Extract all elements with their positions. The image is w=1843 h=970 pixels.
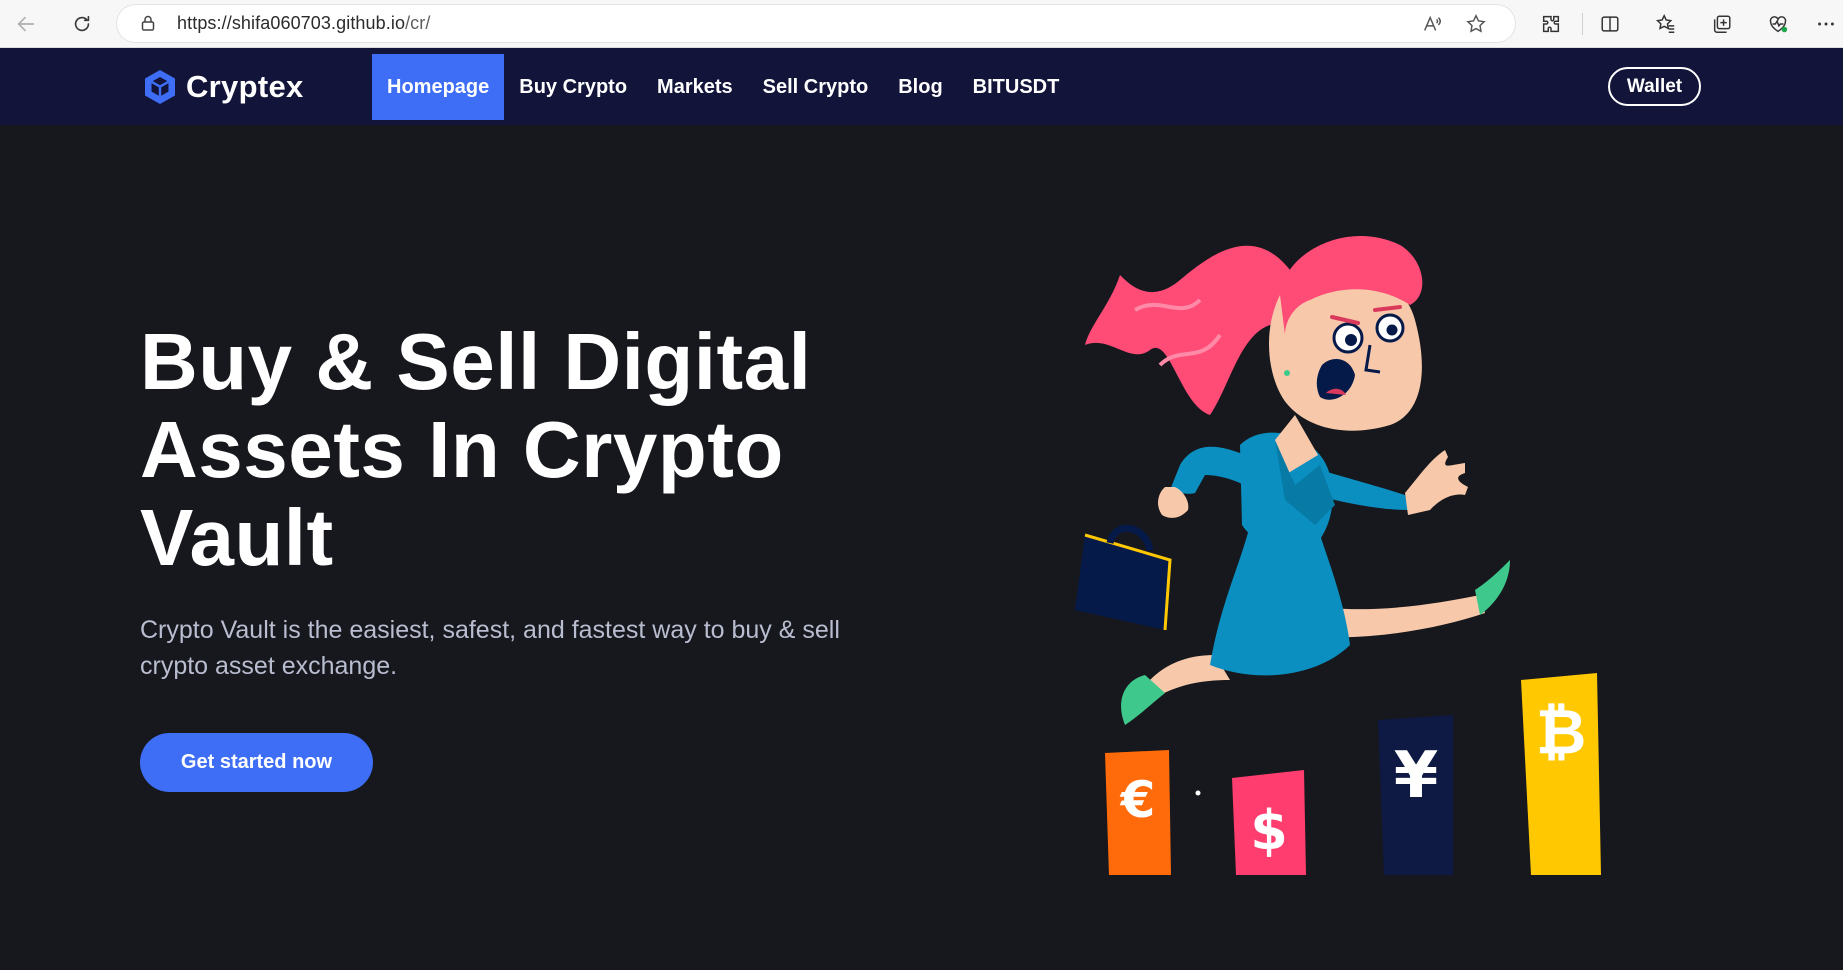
back-icon[interactable] bbox=[8, 6, 44, 42]
extensions-icon[interactable] bbox=[1533, 6, 1569, 42]
sparkle-dot bbox=[1195, 790, 1201, 796]
more-icon[interactable] bbox=[1808, 6, 1843, 42]
cube-logo-icon bbox=[145, 70, 175, 104]
dollar-bar: $ bbox=[1232, 770, 1306, 875]
euro-bar: € bbox=[1105, 750, 1171, 875]
hero-subtitle: Crypto Vault is the easiest, safest, and… bbox=[140, 616, 840, 680]
favorites-icon[interactable] bbox=[1648, 6, 1684, 42]
refresh-icon[interactable] bbox=[64, 6, 100, 42]
site-navbar: Cryptex Homepage Buy Crypto Markets Sell… bbox=[0, 48, 1843, 125]
nav-blog[interactable]: Blog bbox=[883, 54, 957, 120]
address-url: https://shifa060703.github.io/cr/ bbox=[177, 5, 430, 42]
toolbar-divider bbox=[1582, 13, 1583, 35]
bitcoin-bar: ₿ bbox=[1521, 673, 1601, 875]
split-screen-icon[interactable] bbox=[1592, 6, 1628, 42]
nav-markets[interactable]: Markets bbox=[642, 54, 748, 120]
url-path: /cr/ bbox=[405, 13, 431, 33]
hero-illustration: € $ ¥ ₿ bbox=[1075, 235, 1601, 875]
read-aloud-icon[interactable] bbox=[1421, 13, 1443, 35]
euro-glyph: € bbox=[1120, 771, 1156, 829]
brand-name: Cryptex bbox=[186, 69, 304, 104]
brand-logo[interactable]: Cryptex bbox=[142, 68, 304, 106]
browser-essentials-icon[interactable] bbox=[1760, 6, 1796, 42]
nav-links: Homepage Buy Crypto Markets Sell Crypto … bbox=[372, 54, 1074, 120]
address-bar[interactable]: https://shifa060703.github.io/cr/ bbox=[117, 5, 1515, 42]
url-host: https://shifa060703.github.io bbox=[177, 13, 406, 33]
nav-buy-crypto[interactable]: Buy Crypto bbox=[504, 54, 642, 120]
get-started-button[interactable]: Get started now bbox=[140, 733, 373, 792]
nav-bitusdt[interactable]: BITUSDT bbox=[958, 54, 1075, 120]
favorite-star-icon[interactable] bbox=[1465, 13, 1487, 35]
bitcoin-glyph: ₿ bbox=[1536, 695, 1587, 768]
wallet-button[interactable]: Wallet bbox=[1608, 67, 1701, 106]
hero-title: Buy & Sell Digital Assets In Crypto Vaul… bbox=[140, 317, 812, 582]
browser-toolbar: https://shifa060703.github.io/cr/ bbox=[0, 0, 1843, 48]
collections-icon[interactable] bbox=[1704, 6, 1740, 42]
running-woman bbox=[1075, 235, 1510, 725]
lock-icon[interactable] bbox=[139, 14, 157, 32]
yuan-bar: ¥ bbox=[1378, 715, 1453, 875]
yuan-glyph: ¥ bbox=[1394, 739, 1439, 813]
nav-sell-crypto[interactable]: Sell Crypto bbox=[748, 54, 884, 120]
nav-homepage[interactable]: Homepage bbox=[372, 54, 505, 120]
dollar-glyph: $ bbox=[1250, 799, 1288, 862]
